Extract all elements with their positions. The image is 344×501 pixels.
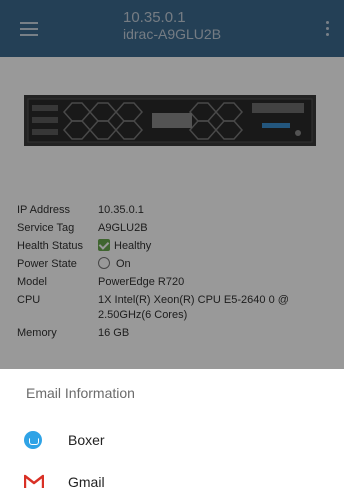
app-item-boxer[interactable]: Boxer: [0, 423, 344, 459]
row-cpu: CPU 1X Intel(R) Xeon(R) CPU E5-2640 0 @ …: [17, 293, 337, 323]
server-image: [24, 95, 316, 146]
row-model: Model PowerEdge R720: [17, 275, 337, 290]
label-power-state: Power State: [17, 258, 77, 270]
value-service-tag: A9GLU2B: [98, 222, 148, 234]
power-state-text: On: [116, 258, 131, 270]
value-model: PowerEdge R720: [98, 276, 185, 288]
row-power-state: Power State On: [17, 257, 337, 272]
label-cpu: CPU: [17, 294, 41, 306]
gmail-icon: [24, 473, 44, 493]
title-ip: 10.35.0.1: [123, 9, 186, 26]
value-ip-address: 10.35.0.1: [98, 204, 144, 216]
share-bottom-sheet: Email Information Boxer Gmail: [0, 369, 344, 501]
value-power-state: On: [98, 257, 337, 272]
power-icon: [98, 257, 110, 269]
boxer-icon: [24, 431, 44, 451]
healthy-check-icon: [98, 239, 110, 251]
device-details-panel: IP Address 10.35.0.1 Service Tag A9GLU2B…: [0, 57, 344, 369]
title-hostname: idrac-A9GLU2B: [123, 26, 222, 42]
menu-icon[interactable]: [20, 22, 38, 36]
label-health-status: Health Status: [17, 240, 84, 252]
more-options-icon[interactable]: [326, 21, 330, 39]
row-health-status: Health Status Healthy: [17, 239, 337, 254]
row-ip-address: IP Address 10.35.0.1: [17, 203, 337, 218]
value-health-status: Healthy: [98, 239, 337, 254]
sheet-title: Email Information: [26, 385, 135, 401]
label-service-tag: Service Tag: [17, 222, 75, 234]
label-memory: Memory: [17, 327, 57, 339]
value-cpu: 1X Intel(R) Xeon(R) CPU E5-2640 0 @ 2.50…: [98, 294, 289, 321]
app-item-gmail[interactable]: Gmail: [0, 465, 344, 501]
row-service-tag: Service Tag A9GLU2B: [17, 221, 337, 236]
value-memory: 16 GB: [98, 327, 130, 339]
label-model: Model: [17, 276, 47, 288]
app-title: 10.35.0.1 idrac-A9GLU2B: [123, 9, 221, 43]
row-memory: Memory 16 GB: [17, 326, 337, 341]
app-bar: 10.35.0.1 idrac-A9GLU2B: [0, 0, 344, 57]
health-status-text: Healthy: [114, 240, 152, 252]
label-ip-address: IP Address: [17, 204, 70, 216]
app-name-boxer: Boxer: [68, 432, 105, 448]
device-properties: IP Address 10.35.0.1 Service Tag A9GLU2B…: [17, 203, 337, 344]
app-name-gmail: Gmail: [68, 474, 105, 490]
